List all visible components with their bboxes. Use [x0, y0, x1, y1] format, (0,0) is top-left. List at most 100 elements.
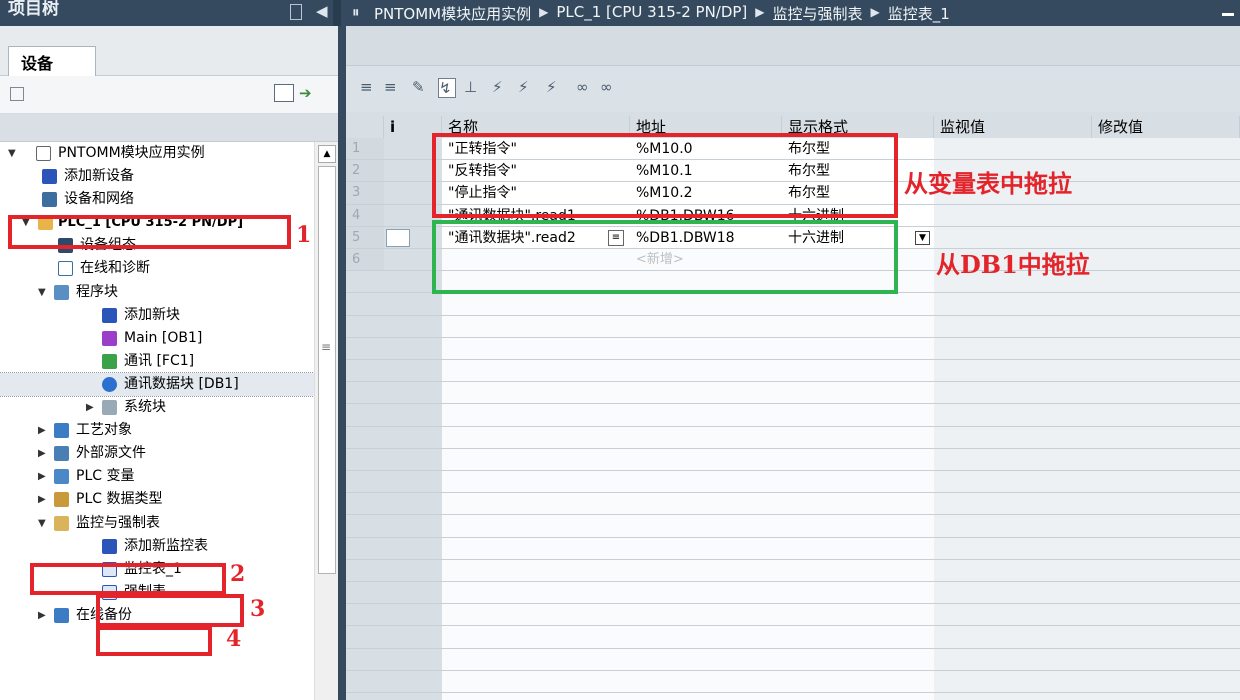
tree-item-plc-tags[interactable]: ▶ PLC 变量 — [0, 465, 314, 488]
dropdown-arrow-icon[interactable]: ▼ — [915, 230, 930, 245]
tree-item-add-watch-table[interactable]: 添加新监控表 — [0, 535, 314, 558]
tree-item-network[interactable]: 设备和网络 — [0, 188, 314, 211]
tree-scrollbar[interactable]: ▲ ≡ — [314, 142, 338, 700]
folder-icon — [102, 400, 117, 416]
tree-item-label: 程序块 — [76, 283, 118, 300]
monitor-all-icon[interactable]: ∞ — [576, 78, 594, 98]
scroll-up-icon[interactable]: ▲ — [318, 145, 336, 163]
row-index: 6 — [346, 249, 384, 271]
tree-item-label: 监控与强制表 — [76, 514, 160, 531]
tree-item-program-blocks[interactable]: ▼ 程序块 — [0, 281, 314, 304]
header-index — [346, 116, 384, 138]
expand-right-icon[interactable]: ▶ — [86, 396, 98, 419]
tree-item-add-device[interactable]: 添加新设备 — [0, 165, 314, 188]
tree-item-main-ob1[interactable]: Main [OB1] — [0, 327, 314, 350]
row-checkbox[interactable] — [386, 228, 410, 247]
enable-peripheral-icon[interactable]: ⚡ — [546, 78, 564, 98]
folder-icon — [54, 446, 69, 462]
insert-row-icon[interactable]: ≡ — [360, 78, 378, 98]
ob-icon — [102, 330, 117, 346]
tree-item-label: 在线和诊断 — [80, 260, 150, 277]
tree-item-tech-objects[interactable]: ▶ 工艺对象 — [0, 419, 314, 442]
tree-item-label: PLC 变量 — [76, 468, 135, 485]
header-modify-value[interactable]: 修改值 — [1092, 116, 1240, 138]
table-row — [346, 338, 1240, 360]
diagnostic-icon — [58, 261, 73, 277]
row-index: 5 — [346, 226, 384, 248]
table-view-icon[interactable] — [10, 87, 24, 101]
breadcrumb-item[interactable]: PLC_1 [CPU 315-2 PN/DP] — [556, 3, 747, 24]
table-row — [346, 582, 1240, 605]
document-icon — [36, 146, 51, 161]
breadcrumb-item[interactable]: 监控与强制表 — [773, 3, 863, 24]
expand-right-icon[interactable]: ▶ — [38, 442, 50, 465]
breadcrumb-item[interactable]: PNTOMM模块应用实例 — [374, 3, 531, 24]
table-row — [346, 515, 1240, 538]
network-icon — [42, 192, 57, 208]
annotation-box-add-watch — [96, 594, 244, 627]
tree-item-label: 工艺对象 — [76, 422, 132, 439]
tree-item-fc1[interactable]: 通讯 [FC1] — [0, 350, 314, 373]
tree-item-label: 添加新块 — [124, 306, 180, 323]
overview-icon[interactable] — [274, 84, 294, 102]
tree-item-system-blocks[interactable]: ▶ 系统块 — [0, 396, 314, 419]
tree-item-watch-force-tables[interactable]: ▼ 监控与强制表 — [0, 512, 314, 535]
expand-down-icon[interactable]: ▼ — [38, 512, 50, 535]
table-row — [346, 626, 1240, 649]
chevron-right-icon: ▶ — [755, 5, 765, 19]
show-all-modify-icon[interactable]: ↯ — [438, 78, 456, 98]
rename-icon[interactable]: ✎ — [412, 78, 430, 98]
annotation-box-var-table — [432, 133, 898, 218]
scroll-thumb[interactable] — [318, 166, 336, 574]
split-view-icon[interactable] — [290, 4, 302, 20]
folder-icon — [54, 423, 69, 439]
annotation-box-watch-force — [30, 563, 226, 595]
tree-item-external-sources[interactable]: ▶ 外部源文件 — [0, 442, 314, 465]
table-row — [346, 538, 1240, 560]
minimize-icon[interactable] — [1222, 13, 1234, 16]
tree-item-label: 外部源文件 — [76, 445, 146, 462]
detail-view-icon[interactable]: ➔ — [299, 84, 319, 102]
tree-item-plc-datatypes[interactable]: ▶ PLC 数据类型 — [0, 488, 314, 511]
db-icon — [102, 376, 117, 392]
tab-devices[interactable]: 设备 — [8, 46, 96, 76]
tree-item-label: PNTOMM模块应用实例 — [58, 145, 205, 161]
row-index: 1 — [346, 138, 384, 160]
row-index: 3 — [346, 182, 384, 204]
panel-divider[interactable] — [333, 0, 341, 26]
chevron-right-icon: ▶ — [539, 5, 549, 19]
modify-now-icon[interactable]: ⚡ — [492, 78, 510, 98]
expand-down-icon[interactable]: ▼ — [8, 142, 20, 165]
collapse-left-icon[interactable]: ◀ — [316, 2, 328, 20]
tree-item-label: 设备和网络 — [64, 191, 134, 208]
expand-right-icon[interactable]: ▶ — [38, 465, 50, 488]
folder-icon — [54, 607, 69, 623]
header-monitor-value[interactable]: 监视值 — [934, 116, 1092, 138]
modify-trigger-icon[interactable]: ⚡ — [518, 78, 536, 98]
expand-down-icon[interactable]: ▼ — [38, 281, 50, 304]
expand-right-icon[interactable]: ▶ — [38, 419, 50, 442]
extended-mode-icon[interactable]: ⊥ — [464, 78, 482, 98]
pin-icon[interactable]: ⏸ — [352, 3, 360, 21]
tree-item-db1[interactable]: 通讯数据块 [DB1] — [0, 371, 315, 398]
editor-header-strip — [346, 26, 1240, 66]
expand-right-icon[interactable]: ▶ — [38, 488, 50, 511]
folder-icon — [54, 492, 69, 508]
add-block-icon — [102, 307, 117, 323]
breadcrumb-item[interactable]: 监控表_1 — [888, 3, 950, 24]
table-row — [346, 604, 1240, 627]
tree-item-label: 添加新监控表 — [124, 537, 208, 554]
monitor-once-icon[interactable]: ∞ — [600, 78, 618, 98]
expand-right-icon[interactable]: ▶ — [38, 604, 50, 627]
annotation-box-watch-table — [96, 626, 212, 656]
table-row — [346, 293, 1240, 316]
annotation-number: 3 — [250, 596, 266, 622]
tree-item-add-block[interactable]: 添加新块 — [0, 304, 314, 327]
annotation-number: 1 — [296, 222, 312, 248]
panel-splitter[interactable] — [338, 26, 346, 700]
tab-strip: 设备 — [0, 26, 338, 76]
tree-item-project[interactable]: ▼ PNTOMM模块应用实例 — [0, 142, 314, 165]
tree-item-online-diag[interactable]: 在线和诊断 — [0, 257, 314, 280]
add-row-icon[interactable]: ≡ — [384, 78, 402, 98]
annotation-box-plc — [8, 215, 291, 249]
